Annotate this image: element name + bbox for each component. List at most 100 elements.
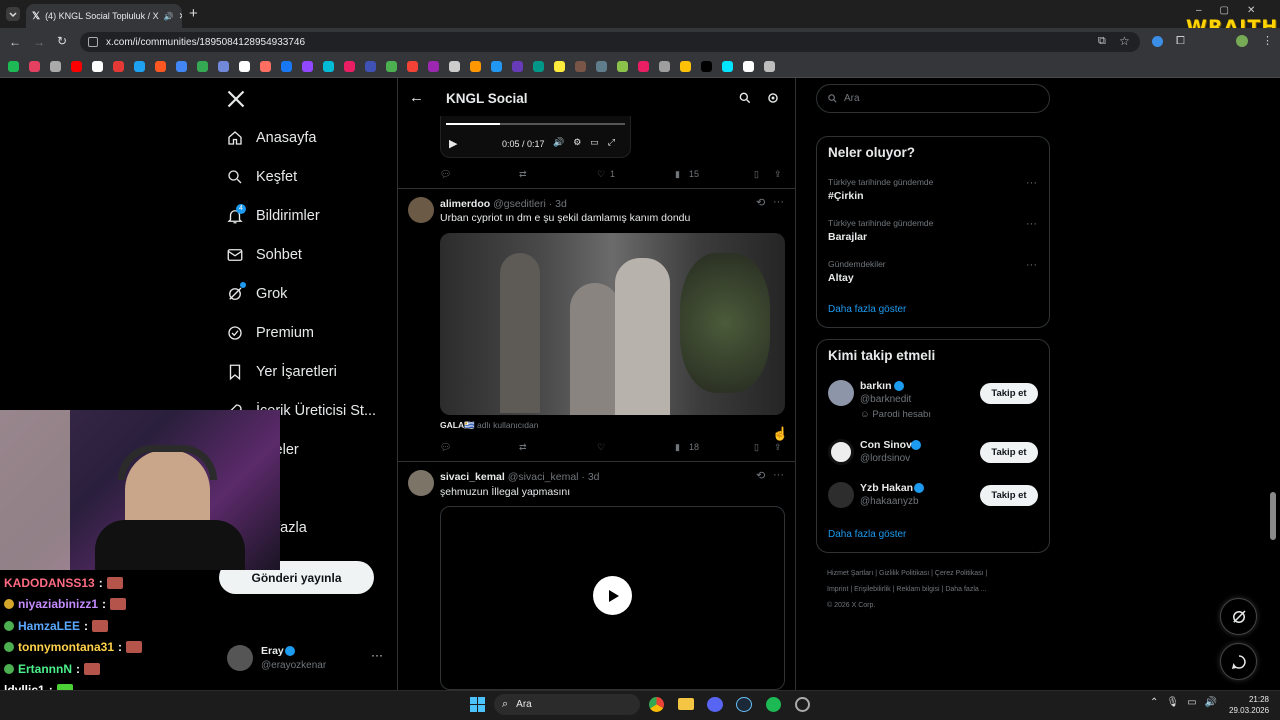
more-dots-icon[interactable]: ··· [773,196,784,208]
share-icon[interactable]: ⇪ [774,169,782,180]
play-icon[interactable]: ▶ [449,137,457,150]
bookmark-favicon-icon[interactable] [176,61,187,72]
bookmark-favicon-icon[interactable] [197,61,208,72]
menu-kebab-icon[interactable]: ⋮ [1262,34,1273,47]
post-time[interactable]: · 3d [581,471,599,483]
bookmark-favicon-icon[interactable] [71,61,82,72]
avatar[interactable] [408,470,434,496]
like-icon[interactable]: ♡ [597,442,605,453]
bookmark-favicon-icon[interactable] [470,61,481,72]
nav-premium[interactable]: Premium [226,318,314,348]
author-handle[interactable]: @gseditleri [493,198,546,210]
bookmark-favicon-icon[interactable] [365,61,376,72]
suggestion-name[interactable]: Con Sinov [860,439,912,451]
nav-home[interactable]: Anasayfa [226,123,316,153]
reply-icon[interactable]: 💬︎ [440,169,451,180]
tab-search-button[interactable] [6,7,20,21]
bookmark-favicon-icon[interactable] [701,61,712,72]
footer-link[interactable]: Hizmet Şartları [827,570,873,577]
bookmark-favicon-icon[interactable] [155,61,166,72]
post-image[interactable] [440,233,785,415]
chat-username[interactable]: tonnymontana31 [18,640,114,654]
like-icon[interactable]: ♡ [597,169,605,180]
reply-icon[interactable]: 💬︎ [440,442,451,453]
footer-link[interactable]: Reklam bilgisi [896,586,939,593]
settings-gear-icon[interactable] [795,697,810,712]
trend-item[interactable]: Türkiye tarihinde gündemde Barajlar ··· [828,218,1040,248]
url-field[interactable]: x.com/i/communities/1895084128954933746 [80,32,1140,52]
file-explorer-icon[interactable] [678,698,694,710]
footer-link[interactable]: Erişilebilirlik [854,586,891,593]
search-input[interactable]: Ara [816,84,1050,113]
star-icon[interactable]: ☆ [1119,34,1130,48]
grok-analyze-icon[interactable]: ⟲ [756,469,765,482]
more-dots-icon[interactable]: ··· [1026,259,1037,271]
more-dots-icon[interactable]: ··· [371,648,383,662]
follow-button[interactable]: Takip et [980,442,1038,463]
suggestion-yzbhakan[interactable]: Yzb Hakan @hakaanyzb Takip et [828,481,1040,511]
nav-explore[interactable]: Keşfet [226,162,297,192]
caption-user[interactable]: GALA🇺🇾 [440,420,475,430]
bookmark-favicon-icon[interactable] [428,61,439,72]
avatar[interactable] [408,197,434,223]
search-icon[interactable] [738,91,752,105]
bookmark-favicon-icon[interactable] [386,61,397,72]
bookmark-favicon-icon[interactable] [29,61,40,72]
nav-bookmarks[interactable]: Yer İşaretleri [226,357,337,387]
chat-username[interactable]: HamzaLEE [18,619,80,633]
avatar[interactable] [828,439,854,465]
clock[interactable]: 21:28 29.03.2026 [1229,694,1269,716]
grok-float-button[interactable] [1220,598,1257,635]
gear-icon[interactable] [766,91,780,105]
author-name[interactable]: alimerdoo [440,198,490,210]
profile-avatar-icon[interactable] [1236,35,1248,47]
system-tray-icons[interactable]: ⌃🎙▭🔊 [1150,697,1225,708]
chat-username[interactable]: KADODANSS13 [4,576,95,590]
show-more-follows-link[interactable]: Daha fazla göster [828,529,906,540]
bookmark-favicon-icon[interactable] [449,61,460,72]
spotify-icon[interactable] [766,697,781,712]
bookmark-favicon-icon[interactable] [8,61,19,72]
footer-link[interactable]: Gizlilik Politikası [879,570,929,577]
bookmark-favicon-icon[interactable] [134,61,145,72]
nav-messages[interactable]: Sohbet [226,240,302,270]
footer-link[interactable]: Çerez Politikası [935,570,984,577]
bookmark-favicon-icon[interactable] [260,61,271,72]
suggestion-name[interactable]: Yzb Hakan [860,482,913,494]
suggestion-barkin[interactable]: barkın @barknedit ☺ Parodi hesabı Takip … [828,379,1040,423]
author-handle[interactable]: @sivaci_kemal [508,471,579,483]
follow-button[interactable]: Takip et [980,383,1038,404]
bookmark-favicon-icon[interactable] [281,61,292,72]
bookmark-favicon-icon[interactable] [407,61,418,72]
bookmark-favicon-icon[interactable] [743,61,754,72]
share-icon[interactable]: ⇪ [774,442,782,453]
more-dots-icon[interactable]: ··· [1026,218,1037,230]
install-icon[interactable]: ⧉ [1098,35,1106,48]
discord-icon[interactable] [707,697,723,712]
views-icon[interactable]: ▮ [675,169,680,180]
footer-link[interactable]: Imprint [827,586,848,593]
bookmark-favicon-icon[interactable] [113,61,124,72]
page-scrollbar[interactable] [1270,492,1276,540]
play-button[interactable] [593,576,632,615]
reload-icon[interactable]: ↻ [57,34,67,48]
bookmark-favicon-icon[interactable] [92,61,103,72]
avatar[interactable] [828,380,854,406]
suggestion-name[interactable]: barkın [860,380,892,392]
player-controls-icons[interactable]: 🔊⚙▭⤢ [553,137,624,148]
chrome-icon[interactable] [649,697,664,712]
more-dots-icon[interactable]: ··· [773,469,784,481]
chat-username[interactable]: ErtannnN [18,662,72,676]
bookmark-favicon-icon[interactable] [722,61,733,72]
back-arrow-icon[interactable]: ← [409,89,424,106]
bookmark-favicon-icon[interactable] [50,61,61,72]
start-icon[interactable] [470,697,485,712]
author-name[interactable]: sivaci_kemal [440,471,505,483]
account-switcher[interactable]: Eray @erayozkenar ··· [226,643,386,673]
bookmark-icon[interactable]: ▯ [754,169,759,180]
avatar[interactable] [828,482,854,508]
suggestion-consinov[interactable]: Con Sinov @lordsinov Takip et [828,438,1040,468]
more-dots-icon[interactable]: ··· [1026,177,1037,189]
site-info-icon[interactable] [88,37,98,47]
extension-icon[interactable] [1152,36,1163,47]
